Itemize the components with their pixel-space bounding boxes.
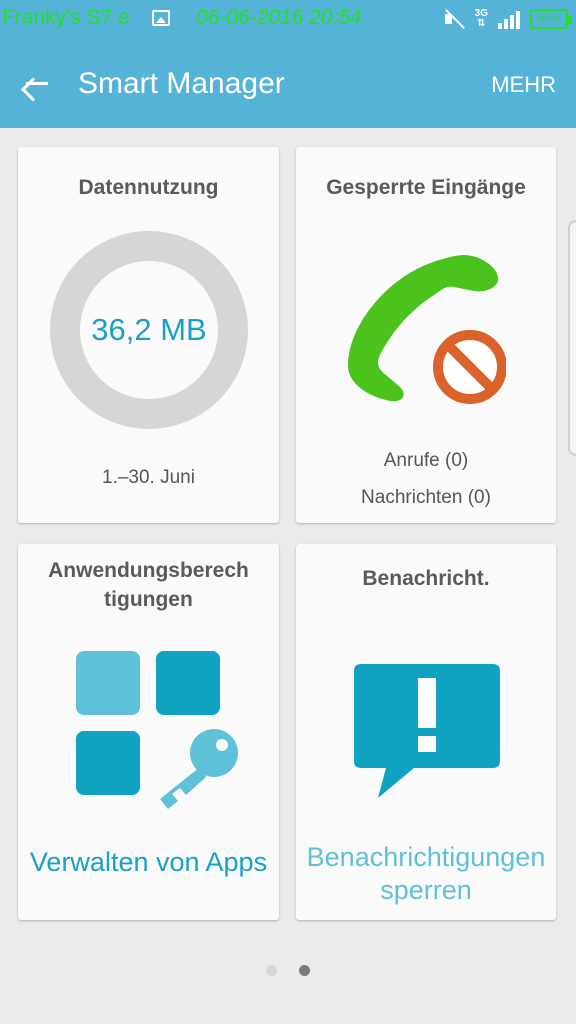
status-icons: 3G ⇅ 95% (443, 8, 572, 30)
block-notifications-link-line1[interactable]: Benachrichtigungen (296, 841, 556, 874)
status-bar: Franky's S7 e 06-06-2016 20:54 3G ⇅ 95% (0, 0, 576, 40)
data-usage-period: 1.–30. Juni (102, 467, 195, 488)
status-time: 06-06-2016 20:54 (196, 6, 362, 29)
network-label: 3G (474, 8, 488, 19)
image-notification-icon (152, 10, 170, 26)
notifications-title: Benachricht. (362, 567, 490, 590)
data-usage-card[interactable]: Datennutzung 36,2 MB 1.–30. Juni (18, 147, 279, 523)
status-device-name: Franky's S7 e (2, 6, 130, 29)
back-arrow-icon[interactable] (18, 64, 58, 104)
blocked-calls-count: Anrufe (0) (383, 450, 469, 471)
data-usage-ring: 36,2 MB (50, 231, 248, 429)
mute-icon (443, 8, 465, 30)
notifications-card[interactable]: Benachricht. Benachrichtigungen sperren (296, 544, 556, 920)
app-permissions-title-line2: tigungen (104, 588, 193, 611)
blocked-title: Gesperrte Eingänge (326, 176, 526, 199)
blocked-card[interactable]: Gesperrte Eingänge Anrufe (0) Nachrichte… (296, 147, 556, 523)
data-usage-value: 36,2 MB (91, 312, 207, 347)
next-page-peek[interactable] (568, 220, 576, 456)
page-title: Smart Manager (78, 67, 285, 100)
app-bar: Smart Manager MEHR (0, 40, 576, 128)
blocked-messages-count: Nachrichten (0) (361, 487, 491, 508)
data-usage-title: Datennutzung (78, 176, 219, 199)
blocked-call-icon (348, 255, 506, 404)
network-type: 3G ⇅ (474, 8, 488, 29)
battery-icon: 95% (530, 9, 572, 29)
manage-apps-link[interactable]: Verwalten von Apps (18, 846, 279, 879)
app-permissions-card[interactable]: Anwendungsberech tigungen Verwalten von … (18, 544, 279, 920)
notification-alert-icon (354, 664, 500, 798)
signal-icon (498, 9, 520, 29)
app-permissions-title-line1: Anwendungsberech (48, 559, 249, 582)
page-dot-2[interactable] (299, 965, 310, 976)
more-button[interactable]: MEHR (491, 72, 556, 98)
permissions-key-icon (76, 651, 244, 814)
page-indicator (0, 965, 576, 976)
page-dot-1[interactable] (266, 965, 277, 976)
block-notifications-link-line2[interactable]: sperren (296, 874, 556, 907)
